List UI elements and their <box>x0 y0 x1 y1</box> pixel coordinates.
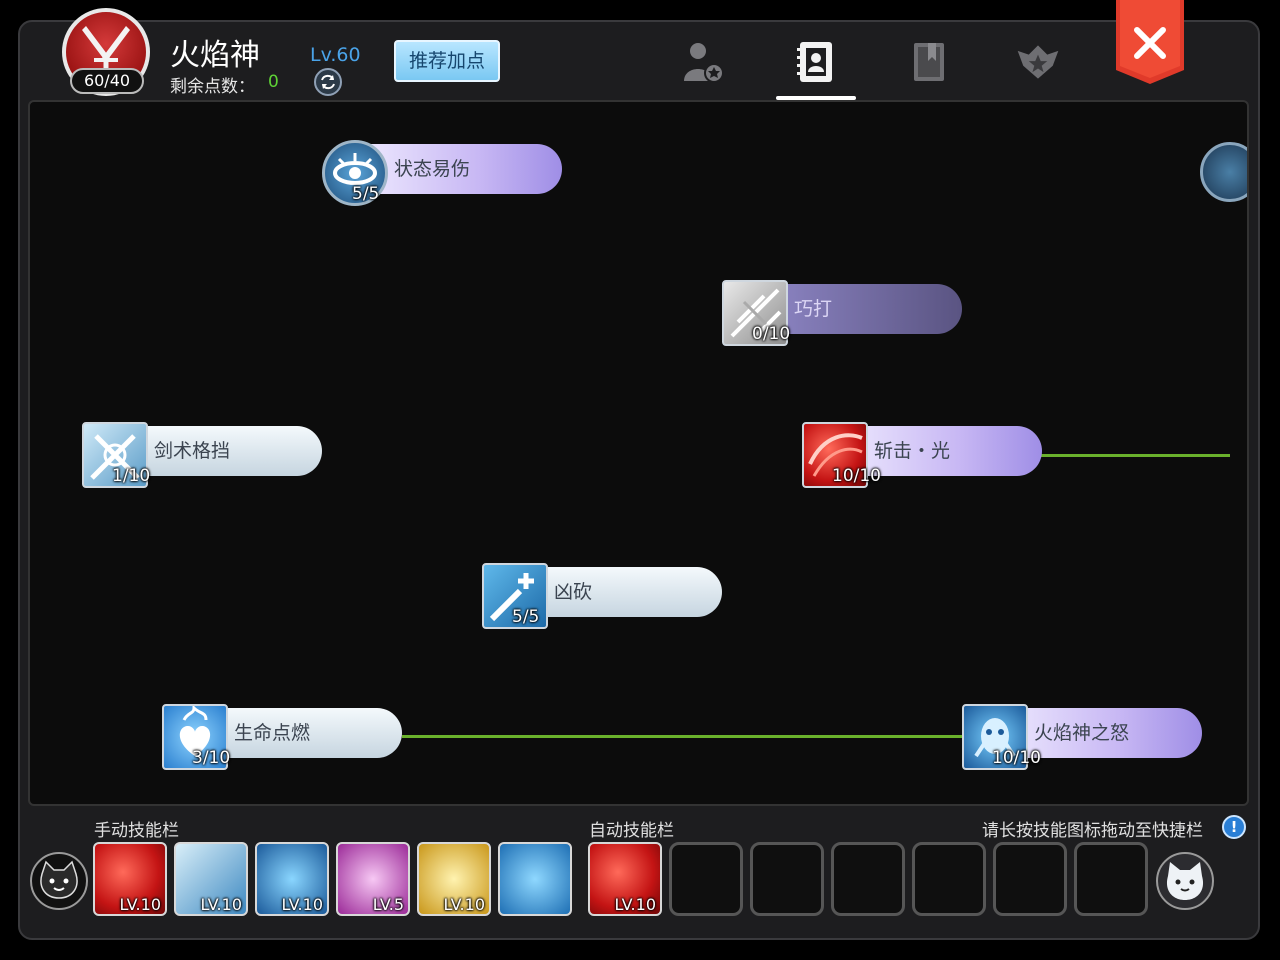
skill-name: 剑术格挡 <box>154 440 231 462</box>
skill-name: 生命点燃 <box>234 722 311 744</box>
tab-rank[interactable] <box>1014 38 1062 86</box>
auto-slot[interactable]: LV.10 <box>588 842 662 916</box>
drag-hint: 请长按技能图标拖动至快捷栏 <box>982 821 1203 841</box>
slot-level: LV.10 <box>200 895 242 914</box>
tab-skills[interactable] <box>792 38 840 86</box>
manual-slot[interactable]: LV.10 <box>93 842 167 916</box>
skill-count: 10/10 <box>992 748 1041 768</box>
skill-count: 5/5 <box>352 184 380 204</box>
skill-name: 状态易伤 <box>394 158 471 180</box>
slot-level: LV.10 <box>281 895 323 914</box>
auto-slot-empty[interactable] <box>1074 842 1148 916</box>
black-cat-icon[interactable] <box>30 852 88 910</box>
skill-points-badge: 60/40 <box>70 68 144 94</box>
slot-level: LV.5 <box>372 895 404 914</box>
skill-count: 3/10 <box>192 748 231 768</box>
skill-tree-panel[interactable]: 状态易伤 5/5 巧打 0/10 剑术格挡 1/10 斩击・光 10/10 凶砍 <box>28 100 1249 806</box>
skill-count: 5/5 <box>512 607 540 627</box>
skill-count: 10/10 <box>832 466 881 486</box>
reset-points-button[interactable] <box>314 68 342 96</box>
manual-slot[interactable]: LV.5 <box>336 842 410 916</box>
skill-count: 1/10 <box>112 466 151 486</box>
rank-emblem-icon <box>1017 45 1059 79</box>
manual-slot[interactable]: LV.10 <box>174 842 248 916</box>
manual-slot[interactable] <box>498 842 572 916</box>
skill-name: 斩击・光 <box>874 440 951 462</box>
skill-link-line <box>1040 454 1230 457</box>
close-icon <box>1116 0 1184 84</box>
character-name: 火焰神 <box>170 38 260 73</box>
bookmark-book-icon <box>914 43 944 81</box>
auto-slot-empty[interactable] <box>669 842 743 916</box>
manual-slot[interactable]: LV.10 <box>255 842 329 916</box>
auto-slot-empty[interactable] <box>750 842 824 916</box>
skill-node[interactable]: 剑术格挡 1/10 <box>82 422 322 488</box>
manual-hotbar-label: 手动技能栏 <box>94 821 179 841</box>
character-level: Lv.60 <box>310 44 361 66</box>
auto-hotbar-label: 自动技能栏 <box>589 821 674 841</box>
auto-slot-empty[interactable] <box>831 842 905 916</box>
offscreen-skill-icon[interactable] <box>1200 142 1247 202</box>
remaining-points-label: 剩余点数： <box>170 77 255 97</box>
remaining-points-value: 0 <box>268 72 279 92</box>
manual-slot[interactable]: LV.10 <box>417 842 491 916</box>
skill-link-line <box>402 735 962 738</box>
refresh-icon <box>321 74 335 90</box>
profile-star-icon <box>684 43 724 83</box>
close-button[interactable] <box>1116 0 1184 84</box>
recommend-points-button[interactable]: 推荐加点 <box>394 40 500 82</box>
skill-node[interactable]: 巧打 0/10 <box>722 280 962 346</box>
skill-node[interactable]: 斩击・光 10/10 <box>802 422 1042 488</box>
auto-slot-empty[interactable] <box>912 842 986 916</box>
info-icon[interactable]: ! <box>1222 815 1246 839</box>
skill-node[interactable]: 凶砍 5/5 <box>482 563 722 629</box>
skill-name: 凶砍 <box>554 581 593 603</box>
skill-node[interactable]: 生命点燃 3/10 <box>162 704 402 770</box>
auto-slot-empty[interactable] <box>993 842 1067 916</box>
skill-node[interactable]: 火焰神之怒 10/10 <box>962 704 1202 770</box>
tab-profile[interactable] <box>680 38 728 86</box>
white-cat-icon[interactable] <box>1156 852 1214 910</box>
skill-node[interactable]: 状态易伤 5/5 <box>322 140 562 206</box>
skill-name: 火焰神之怒 <box>1034 722 1130 744</box>
skill-name: 巧打 <box>794 298 833 320</box>
slot-level: LV.10 <box>119 895 161 914</box>
skill-book-icon <box>797 42 832 82</box>
tab-bookmark[interactable] <box>904 38 952 86</box>
slot-level: LV.10 <box>443 895 485 914</box>
skill-count: 0/10 <box>752 324 791 344</box>
slot-level: LV.10 <box>614 895 656 914</box>
